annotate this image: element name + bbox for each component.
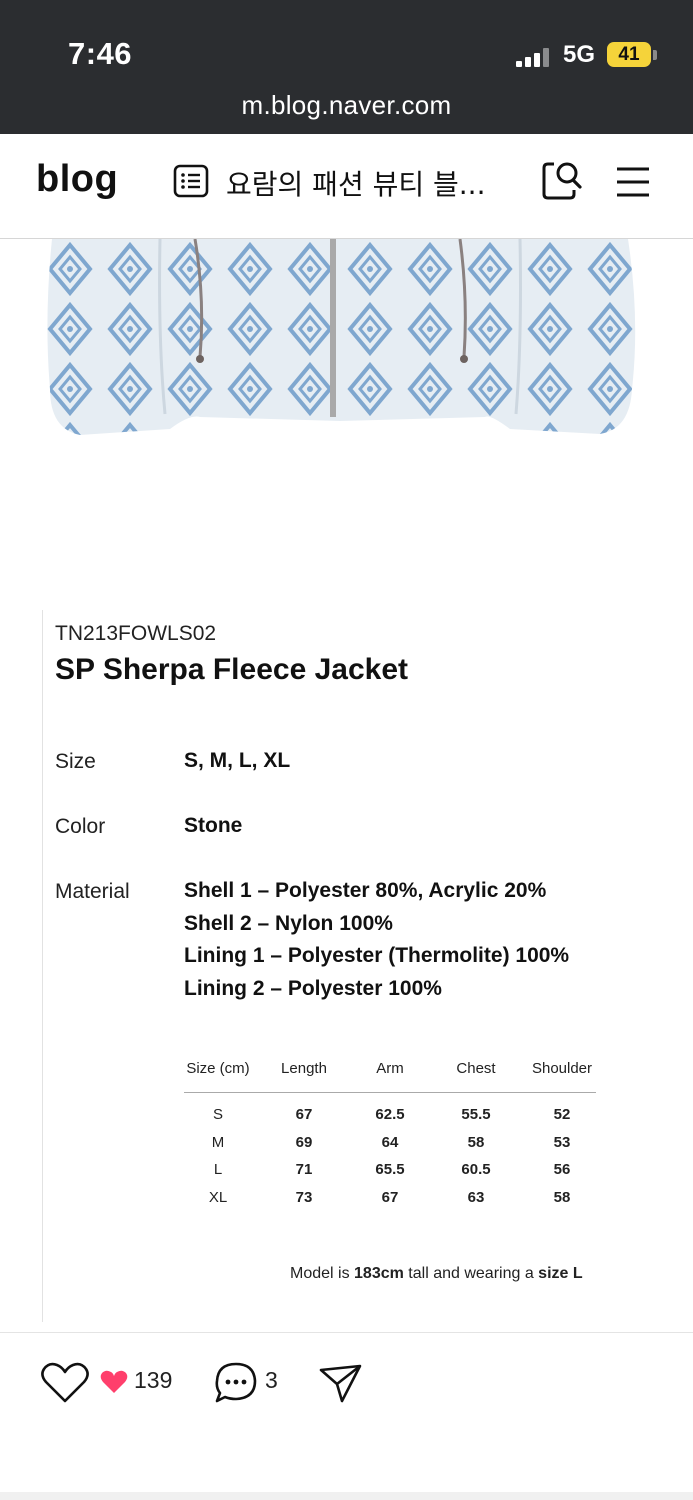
model-height: 183cm (354, 1265, 404, 1282)
table-cell: M (211, 1134, 225, 1151)
table-divider (184, 1092, 596, 1093)
spec-label-size: Size (55, 750, 96, 773)
table-cell: 63 (467, 1189, 485, 1206)
table-header: Length (281, 1060, 327, 1077)
battery-tip (653, 50, 657, 60)
signal-icon (516, 47, 552, 67)
blog-title[interactable]: 요람의 패션 뷰티 블... (226, 163, 485, 203)
table-cell: 55.5 (461, 1106, 491, 1123)
comment-icon[interactable] (213, 1360, 259, 1406)
table-cell: 53 (553, 1134, 571, 1151)
comment-count[interactable]: 3 (265, 1367, 278, 1394)
spec-value-material-2: Shell 2 – Nylon 100% (184, 912, 393, 935)
address-bar-url[interactable]: m.blog.naver.com (0, 90, 693, 121)
table-cell: 67 (295, 1106, 313, 1123)
table-cell: 71 (295, 1161, 313, 1178)
battery-icon: 41 (607, 42, 651, 67)
table-header: Shoulder (531, 1060, 593, 1077)
network-type: 5G (563, 41, 596, 68)
table-header: Chest (456, 1060, 496, 1077)
table-cell: L (213, 1161, 223, 1178)
table-cell: 60.5 (461, 1161, 491, 1178)
model-note-mid: tall and wearing a (403, 1265, 539, 1282)
share-icon[interactable] (318, 1362, 364, 1404)
table-cell: 52 (553, 1106, 571, 1123)
next-content-strip (0, 1492, 693, 1500)
table-cell: 67 (381, 1189, 399, 1206)
table-header: Size (cm) (186, 1060, 250, 1077)
footer-divider (0, 1332, 693, 1333)
table-cell: 62.5 (375, 1106, 405, 1123)
menu-icon[interactable] (615, 164, 651, 200)
spec-label-material: Material (55, 880, 130, 903)
search-icon[interactable] (540, 158, 584, 202)
table-cell: XL (208, 1189, 228, 1206)
model-size: size L (538, 1265, 583, 1282)
table-cell: 58 (553, 1189, 571, 1206)
model-note: Model is 183cm tall and wearing a size L (290, 1265, 583, 1283)
spec-value-material-1: Shell 1 – Polyester 80%, Acrylic 20% (184, 879, 547, 902)
like-button-heart-icon[interactable] (40, 1362, 90, 1404)
spec-value-size: S, M, L, XL (184, 749, 291, 772)
blog-logo[interactable]: blog (36, 158, 118, 201)
blog-nav-bar: blog 요람의 패션 뷰티 블... (0, 134, 693, 239)
spec-value-material-3: Lining 1 – Polyester (Thermolite) 100% (184, 944, 570, 967)
product-name: SP Sherpa Fleece Jacket (55, 653, 408, 686)
table-cell: 73 (295, 1189, 313, 1206)
product-code: TN213FOWLS02 (55, 622, 217, 645)
table-header: Arm (376, 1060, 404, 1077)
spec-label-color: Color (55, 815, 106, 838)
list-icon[interactable] (173, 164, 209, 198)
spec-value-material-4: Lining 2 – Polyester 100% (184, 977, 442, 1000)
table-cell: 56 (553, 1161, 571, 1178)
status-time: 7:46 (68, 36, 133, 71)
like-count[interactable]: 139 (134, 1367, 172, 1394)
table-cell: 64 (381, 1134, 399, 1151)
heart-filled-icon (100, 1370, 128, 1393)
spec-value-color: Stone (184, 814, 243, 837)
product-image (47, 239, 636, 435)
table-cell: S (212, 1106, 223, 1123)
table-cell: 58 (467, 1134, 485, 1151)
status-bar: 7:46 5G 41 m.blog.naver.com (0, 0, 693, 134)
table-cell: 65.5 (375, 1161, 405, 1178)
model-note-pre: Model is (290, 1265, 355, 1282)
content-divider (42, 610, 43, 1322)
table-cell: 69 (295, 1134, 313, 1151)
